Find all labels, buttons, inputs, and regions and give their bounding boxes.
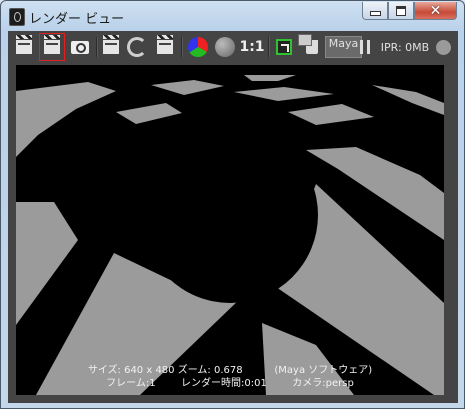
remove-image-button[interactable] bbox=[298, 34, 324, 59]
maximize-icon bbox=[396, 5, 406, 16]
clapboard-icon bbox=[16, 35, 32, 54]
rgb-channels-icon bbox=[188, 37, 208, 57]
one-to-one-label: 1:1 bbox=[239, 39, 265, 55]
close-button[interactable]: ✕ bbox=[414, 2, 457, 20]
minimize-icon bbox=[369, 11, 381, 16]
maximize-button[interactable] bbox=[388, 2, 414, 20]
floor-tile bbox=[288, 104, 374, 125]
toolbar-separator bbox=[268, 37, 270, 57]
floor-tile bbox=[234, 87, 334, 101]
render-sphere bbox=[142, 127, 318, 303]
render-toolbar: 1:1 Maya IPR: 0MB bbox=[8, 31, 458, 63]
toolbar-separator bbox=[181, 37, 183, 57]
ipr-render-button[interactable] bbox=[154, 35, 176, 59]
caption-buttons: ✕ bbox=[362, 2, 457, 20]
display-rgb-button[interactable] bbox=[186, 35, 210, 59]
floor-tile bbox=[16, 202, 78, 325]
ipr-clapboard-icon bbox=[157, 35, 173, 54]
maya-app-icon[interactable] bbox=[9, 8, 25, 26]
minimize-button[interactable] bbox=[362, 2, 388, 20]
rendered-scene bbox=[16, 75, 444, 395]
toolbar-separator bbox=[96, 37, 98, 57]
floor-tile bbox=[244, 75, 296, 81]
render-info-line-2: フレーム:1 レンダー時間:0:01 カメラ:persp bbox=[106, 378, 354, 389]
clapboard-red-icon bbox=[44, 35, 60, 54]
rendered-image-viewport[interactable]: サイズ: 640 x 480 ズーム: 0.678 (Maya ソフトウェア) … bbox=[16, 65, 444, 395]
real-size-button[interactable]: 1:1 bbox=[239, 35, 265, 59]
render-current-frame-button[interactable] bbox=[39, 33, 65, 61]
ipr-status-button[interactable] bbox=[434, 35, 452, 59]
render-info-line-1: サイズ: 640 x 480 ズーム: 0.678 (Maya ソフトウェア) bbox=[87, 365, 373, 376]
checker-floor bbox=[16, 75, 444, 395]
keep-image-button[interactable] bbox=[273, 35, 295, 59]
keep-image-icon bbox=[276, 39, 292, 55]
render-view-panel: 1:1 Maya IPR: 0MB サイズ: 640 x 480 ズーム: 0.… bbox=[8, 31, 458, 403]
floor-tile bbox=[116, 103, 182, 124]
floor-tile bbox=[372, 85, 444, 115]
renderer-label: Maya bbox=[324, 36, 363, 58]
pause-ipr-button[interactable] bbox=[358, 35, 372, 59]
window-title: レンダー ビュー bbox=[29, 12, 125, 27]
status-dot-icon bbox=[435, 39, 451, 55]
render-region-button[interactable] bbox=[100, 35, 122, 59]
refresh-button[interactable] bbox=[126, 35, 148, 59]
ipr-memory-label: IPR: 0MB bbox=[380, 40, 430, 54]
refresh-icon bbox=[127, 37, 147, 57]
redo-previous-render-button[interactable] bbox=[13, 35, 35, 59]
ipr-memory-readout: IPR: 0MB bbox=[377, 35, 433, 59]
alpha-channel-icon bbox=[215, 37, 235, 57]
pause-icon bbox=[360, 40, 370, 54]
display-alpha-button[interactable] bbox=[213, 35, 237, 59]
floor-tile bbox=[151, 80, 224, 95]
snapshot-button[interactable] bbox=[69, 35, 91, 59]
close-icon: ✕ bbox=[429, 2, 442, 19]
render-view-window: レンダー ビュー ✕ 1:1 Maya IPR: 0MB サイズ: 640 x … bbox=[0, 0, 465, 409]
region-clapboard-icon bbox=[103, 35, 119, 54]
title-bar[interactable]: レンダー ビュー ✕ bbox=[1, 1, 464, 31]
trash-icon bbox=[298, 34, 318, 54]
floor-tile bbox=[16, 82, 116, 157]
camera-icon bbox=[71, 40, 89, 54]
renderer-dropdown[interactable]: Maya bbox=[324, 35, 363, 59]
